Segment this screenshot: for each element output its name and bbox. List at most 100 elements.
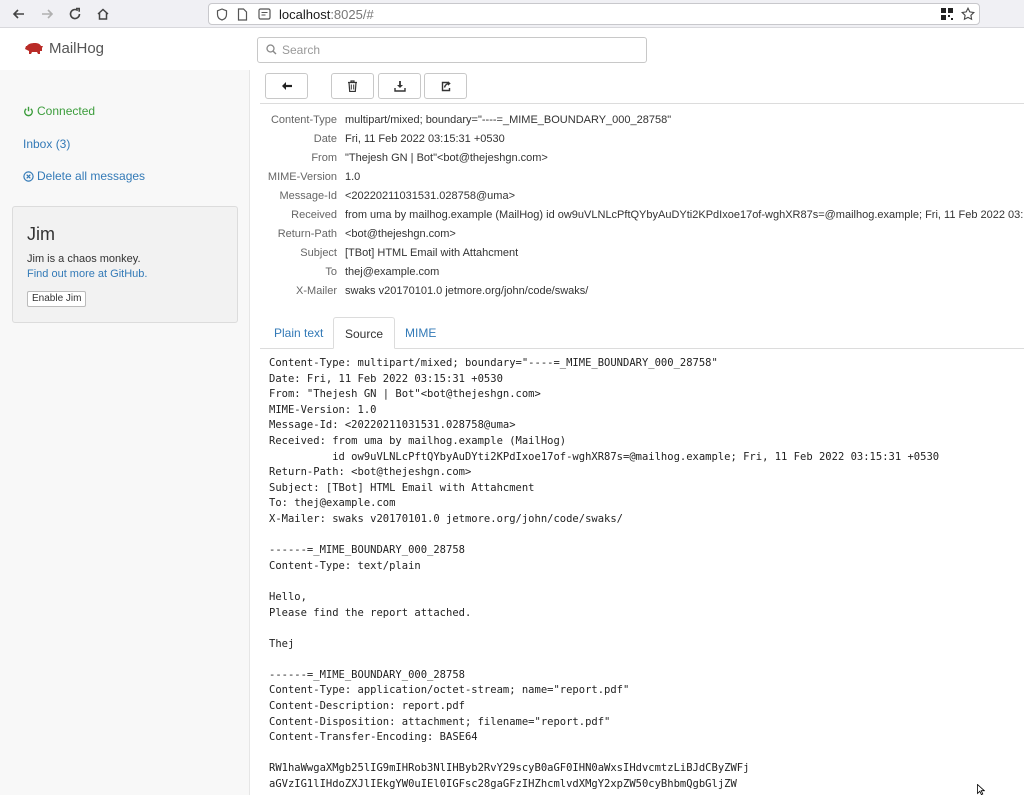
source-line: Message-Id: <20220211031531.028758@uma> (269, 419, 516, 432)
message-toolbar (260, 70, 1024, 104)
arrow-left-icon (281, 82, 292, 90)
header-value: <20220211031531.028758@uma> (345, 190, 516, 202)
source-line: Received: from uma by mailhog.example (M… (269, 434, 567, 447)
delete-all-messages-link[interactable]: Delete all messages (23, 169, 145, 183)
shield-icon[interactable] (215, 7, 229, 21)
source-line (269, 652, 1024, 668)
delete-message-button[interactable] (331, 73, 374, 99)
sidebar-item-inbox[interactable]: Inbox (3) (23, 137, 70, 151)
source-line: id ow9uVLNLcPftQYbyAuDYti2KPdIxoe17of-wg… (269, 450, 940, 463)
source-line: To: thej@example.com (269, 497, 396, 510)
header-value: swaks v20170101.0 jetmore.org/john/code/… (345, 285, 589, 297)
back-button[interactable] (265, 73, 308, 99)
reader-view-icon[interactable] (257, 7, 271, 21)
header-key: From (311, 152, 337, 164)
source-line: X-Mailer: swaks v20170101.0 jetmore.org/… (269, 512, 624, 525)
source-line: Date: Fri, 11 Feb 2022 03:15:31 +0530 (269, 372, 503, 385)
header-key: Received (291, 209, 337, 221)
header-row: Content-Type multipart/mixed; boundary="-… (260, 114, 1024, 133)
header-key: Message-Id (279, 190, 337, 202)
jim-panel: Jim Jim is a chaos monkey. Find out more… (12, 206, 238, 323)
jim-title: Jim (27, 224, 55, 244)
trash-icon (348, 80, 357, 92)
back-icon[interactable] (8, 4, 30, 24)
reload-icon[interactable] (64, 4, 86, 24)
mouse-cursor-icon (977, 784, 985, 795)
source-line: RW1haWwgaXMgb25lIG9mIHRob3NlIHByb2RvY29s… (269, 762, 750, 775)
header-row: Return-Path <bot@thejeshgn.com> (260, 228, 1024, 247)
search-input[interactable] (282, 42, 632, 58)
source-line: Hello, (269, 590, 307, 603)
bookmark-star-icon[interactable] (961, 7, 975, 21)
source-line: Subject: [TBot] HTML Email with Attahcme… (269, 481, 535, 494)
tab-plain-text[interactable]: Plain text (263, 317, 334, 349)
source-line (269, 746, 1024, 762)
header-value: Fri, 11 Feb 2022 03:15:31 +0530 (345, 133, 505, 145)
page-icon[interactable] (235, 7, 249, 21)
enable-jim-button[interactable]: Enable Jim (27, 291, 87, 307)
source-line: MIME-Version: 1.0 (269, 403, 377, 416)
header-key: Return-Path (277, 228, 337, 240)
header-row: From "Thejesh GN | Bot"<bot@thejeshgn.com… (260, 152, 1024, 171)
source-line: Return-Path: <bot@thejeshgn.com> (269, 466, 472, 479)
url-path: :8025/# (330, 7, 374, 22)
header-value: "Thejesh GN | Bot"<bot@thejeshgn.com> (345, 152, 548, 164)
header-row: Message-Id <20220211031531.028758@uma> (260, 190, 1024, 209)
qr-code-icon[interactable] (940, 7, 954, 21)
message-source: Content-Type: multipart/mixed; boundary=… (269, 356, 1024, 793)
header-row: Subject [TBot] HTML Email with Attahcment (260, 247, 1024, 266)
header-key: Subject (300, 247, 337, 259)
delete-all-label: Delete all messages (37, 169, 146, 183)
header-row: Received from uma by mailhog.example (Mai… (260, 209, 1024, 228)
tab-mime[interactable]: MIME (394, 317, 447, 349)
power-icon (24, 106, 33, 116)
download-icon (393, 81, 406, 92)
url-host: localhost (279, 7, 331, 22)
jim-description: Jim is a chaos monkey. (27, 253, 141, 265)
source-line (269, 528, 1024, 544)
search-box[interactable] (257, 37, 647, 63)
close-circle-icon (23, 170, 34, 182)
connection-status: Connected (23, 104, 95, 118)
header-value: from uma by mailhog.example (MailHog) id… (345, 209, 1024, 221)
source-line: ------=_MIME_BOUNDARY_000_28758 (269, 544, 465, 557)
browser-toolbar: localhost:8025/# (0, 0, 1024, 28)
source-line: From: "Thejesh GN | Bot"<bot@thejeshgn.c… (269, 388, 541, 401)
url-bar[interactable]: localhost:8025/# (208, 3, 980, 25)
header-row: MIME-Version 1.0 (260, 171, 1024, 190)
source-line: aGVzIG1lIHdoZXJlIEkgYW0uIEl0IGFsc28gaGFz… (269, 778, 737, 791)
header-value: multipart/mixed; boundary="----=_MIME_BO… (345, 114, 672, 126)
header-key: Date (313, 133, 337, 145)
inbox-label: Inbox (3) (23, 137, 71, 151)
source-line: Content-Description: report.pdf (269, 700, 465, 713)
release-button[interactable] (424, 73, 467, 99)
view-tabs: Plain text Source MIME (260, 315, 1024, 349)
app-logo[interactable]: MailHog (24, 40, 104, 57)
source-line: ------=_MIME_BOUNDARY_000_28758 (269, 668, 465, 681)
header-row: X-Mailer swaks v20170101.0 jetmore.org/jo… (260, 285, 1024, 304)
source-line: Content-Transfer-Encoding: BASE64 (269, 731, 478, 744)
tab-source[interactable]: Source (333, 317, 396, 349)
search-icon (266, 44, 277, 58)
source-line (269, 621, 1024, 637)
download-button[interactable] (378, 73, 421, 99)
forward-icon[interactable] (36, 4, 58, 24)
header-key: Content-Type (270, 114, 337, 126)
header-row: To thej@example.com (260, 266, 1024, 285)
header-key: To (325, 266, 337, 278)
header-value: <bot@thejeshgn.com> (345, 228, 456, 240)
source-line: Content-Type: text/plain (269, 559, 421, 572)
pig-logo-icon (25, 43, 43, 54)
source-line: Please find the report attached. (269, 606, 472, 619)
header-value: [TBot] HTML Email with Attahcment (345, 247, 519, 259)
header-value: thej@example.com (345, 266, 440, 278)
source-line: Content-Disposition: attachment; filenam… (269, 715, 611, 728)
source-line: Content-Type: multipart/mixed; boundary=… (269, 357, 718, 369)
home-icon[interactable] (92, 4, 114, 24)
jim-github-link[interactable]: Find out more at GitHub. (27, 268, 147, 280)
source-line: Content-Type: application/octet-stream; … (269, 684, 630, 697)
sidebar: Connected Inbox (3) Delete all messages … (0, 70, 250, 795)
app-name: MailHog (49, 40, 105, 57)
url-text[interactable]: localhost:8025/# (279, 7, 374, 22)
header-key: MIME-Version (267, 171, 337, 183)
